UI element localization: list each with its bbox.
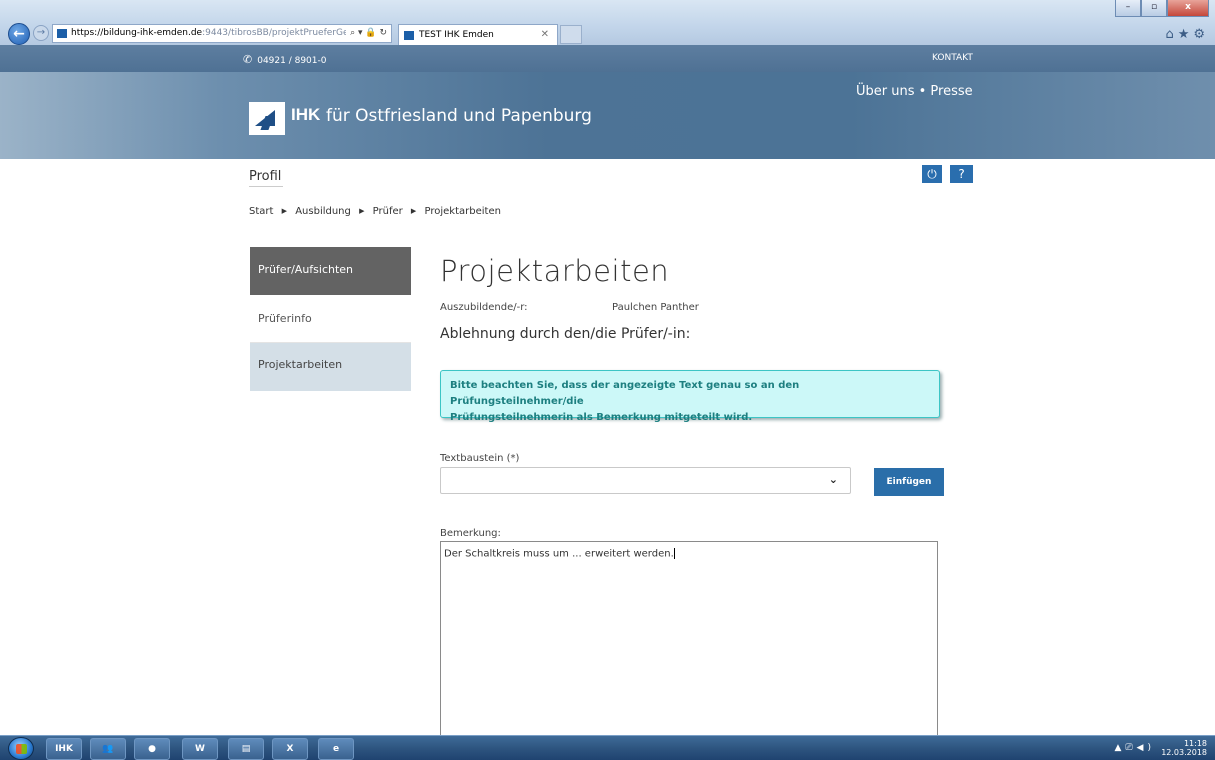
sidebar-item-pruefer-aufsichten[interactable]: Prüfer/Aufsichten: [250, 247, 411, 295]
einfuegen-button[interactable]: Einfügen: [874, 468, 944, 496]
taskbar-excel-icon[interactable]: X: [272, 738, 308, 760]
text-caret: [673, 548, 675, 559]
site-top-strip: ✆ 04921 / 8901-0 KONTAKT: [0, 45, 1215, 72]
auszubildende-label: Auszubildende/-r:: [440, 302, 528, 313]
site-favicon-icon: [57, 29, 67, 38]
sidebar-item-label: Projektarbeiten: [258, 358, 343, 371]
address-bar[interactable]: https://bildung-ihk-emden.de:9443/tibros…: [52, 24, 392, 43]
browser-tab[interactable]: TEST IHK Emden ✕: [398, 24, 558, 45]
breadcrumb: Start ▶ Ausbildung ▶ Prüfer ▶ Projektarb…: [249, 206, 501, 217]
sidebar: Prüfer/Aufsichten Prüferinfo Projektarbe…: [250, 247, 411, 391]
sidebar-item-projektarbeiten[interactable]: Projektarbeiten: [250, 343, 411, 391]
url-domain: https://bildung-ihk-emden.de: [71, 28, 203, 38]
breadcrumb-start[interactable]: Start: [249, 206, 273, 217]
minimize-button[interactable]: –: [1115, 0, 1141, 17]
sidebar-item-label: Prüferinfo: [258, 312, 312, 325]
windows-taskbar: IHK 👥 ● W ▤ X e ▲⎚◀) 11:18 12.03.2018: [0, 735, 1215, 760]
window-controls: – ▫ x: [1115, 0, 1209, 18]
textbaustein-select[interactable]: ⌄: [440, 467, 851, 494]
notice-line-1: Bitte beachten Sie, dass der angezeigte …: [450, 380, 800, 407]
sidebar-item-label: Prüfer/Aufsichten: [258, 263, 354, 276]
taskbar-users-icon[interactable]: 👥: [90, 738, 126, 760]
logo-ihk-text: IHK: [291, 105, 321, 124]
clock-time: 11:18: [1183, 739, 1207, 748]
page-title: Projektarbeiten: [440, 254, 670, 288]
tab-close-icon[interactable]: ✕: [541, 25, 549, 45]
header-links[interactable]: Über uns • Presse: [856, 84, 973, 99]
tab-title: TEST IHK Emden: [419, 30, 494, 40]
tab-favicon-icon: [404, 31, 414, 40]
taskbar-app-icon[interactable]: ●: [134, 738, 170, 760]
address-tools-icon[interactable]: ⌕ ▾ 🔒 ↻: [346, 25, 387, 42]
profil-underline: [249, 186, 283, 187]
home-favorites-settings-icon[interactable]: ⌂★⚙: [1165, 27, 1209, 42]
browser-toolbar: ← → https://bildung-ihk-emden.de:9443/ti…: [0, 0, 1215, 45]
taskbar-explorer-icon[interactable]: ▤: [228, 738, 264, 760]
taskbar-ihk-icon[interactable]: IHK: [46, 738, 82, 760]
breadcrumb-pruefer[interactable]: Prüfer: [373, 206, 403, 217]
breadcrumb-projektarbeiten[interactable]: Projektarbeiten: [425, 206, 501, 217]
tray-icons[interactable]: ▲⎚◀): [1114, 743, 1155, 753]
taskbar-word-icon[interactable]: W: [182, 738, 218, 760]
phone-contact[interactable]: ✆ 04921 / 8901-0: [243, 53, 326, 66]
phone-icon: ✆: [243, 53, 253, 66]
system-clock[interactable]: 11:18 12.03.2018: [1161, 739, 1207, 757]
breadcrumb-separator-icon: ▶: [281, 207, 288, 215]
auszubildende-value: Paulchen Panther: [612, 302, 699, 313]
info-notice: Bitte beachten Sie, dass der angezeigte …: [440, 370, 940, 423]
ablehnung-heading: Ablehnung durch den/die Prüfer/-in:: [440, 326, 691, 342]
breadcrumb-separator-icon: ▶: [359, 207, 365, 215]
ihk-logo-icon[interactable]: [249, 102, 285, 135]
maximize-button[interactable]: ▫: [1141, 0, 1167, 17]
chevron-down-icon: ⌄: [828, 473, 838, 486]
bemerkung-label: Bemerkung:: [440, 528, 501, 539]
profil-link[interactable]: Profil: [249, 169, 281, 184]
kontakt-link[interactable]: KONTAKT: [932, 53, 973, 63]
logout-power-icon[interactable]: ⏻: [922, 165, 942, 183]
breadcrumb-separator-icon: ▶: [410, 207, 417, 215]
close-window-button[interactable]: x: [1167, 0, 1209, 17]
forward-button[interactable]: →: [33, 25, 49, 41]
phone-number: 04921 / 8901-0: [257, 56, 327, 66]
start-button-icon[interactable]: [8, 737, 34, 760]
logo-region-text: für Ostfriesland und Papenburg: [326, 106, 592, 126]
taskbar-ihk-label: IHK: [55, 744, 73, 754]
breadcrumb-ausbildung[interactable]: Ausbildung: [295, 206, 351, 217]
bemerkung-text: Der Schaltkreis muss um ... erweitert we…: [444, 548, 674, 560]
help-button[interactable]: ?: [950, 165, 973, 183]
back-button[interactable]: ←: [8, 23, 30, 45]
new-tab-button[interactable]: [560, 25, 582, 44]
notice-line-2: Prüfungsteilnehmerin als Bemerkung mitge…: [450, 412, 753, 423]
clock-date: 12.03.2018: [1161, 748, 1207, 757]
bemerkung-textarea[interactable]: Der Schaltkreis muss um ... erweitert we…: [440, 541, 938, 741]
taskbar-internet-explorer-icon[interactable]: e: [318, 738, 354, 760]
site-banner: IHK für Ostfriesland und Papenburg Über …: [0, 72, 1215, 159]
sidebar-item-prueferinfo[interactable]: Prüferinfo: [250, 295, 411, 343]
textbaustein-label: Textbaustein (*): [440, 453, 520, 464]
